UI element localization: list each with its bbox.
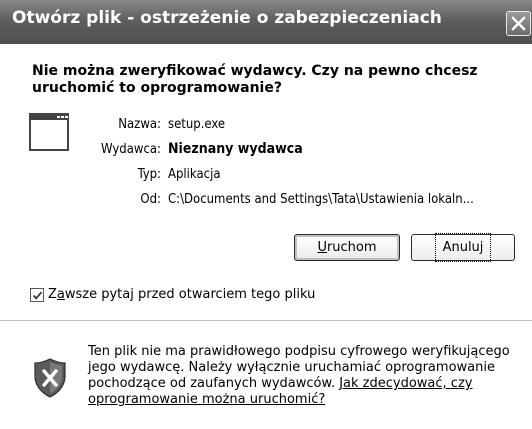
checkmark-icon <box>32 291 43 300</box>
name-label: Nazwa: <box>118 117 161 132</box>
always-ask-label[interactable]: Zawsze pytaj przed otwarciem tego pliku <box>48 287 315 302</box>
close-icon <box>511 16 526 31</box>
always-ask-checkbox[interactable] <box>30 288 44 302</box>
close-button[interactable] <box>506 11 531 36</box>
publisher-label: Wydawca: <box>101 142 161 157</box>
from-value: C:\Documents and Settings\Tata\Ustawieni… <box>168 192 474 207</box>
shield-x-icon <box>34 358 66 398</box>
cancel-button[interactable]: Anuluj <box>411 233 515 262</box>
name-value: setup.exe <box>168 117 226 132</box>
title-bar[interactable]: Otwórz plik - ostrzeżenie o zabezpieczen… <box>0 0 532 44</box>
cancel-label: Anuluj <box>434 233 492 262</box>
warning-question: Nie można zweryfikować wydawcy. Czy na p… <box>32 63 478 96</box>
run-button[interactable]: Uruchom <box>294 234 400 261</box>
run-accelerator: U <box>317 240 327 255</box>
type-value: Aplikacja <box>168 167 221 182</box>
publisher-value: Nieznany wydawca <box>168 141 303 157</box>
window-title: Otwórz plik - ostrzeżenie o zabezpieczen… <box>12 8 442 28</box>
warning-description: Ten plik nie ma prawidłowego podpisu cyf… <box>88 344 510 407</box>
from-label: Od: <box>140 192 161 207</box>
type-label: Typ: <box>137 167 161 182</box>
security-warning-dialog: Otwórz plik - ostrzeżenie o zabezpieczen… <box>0 0 532 429</box>
